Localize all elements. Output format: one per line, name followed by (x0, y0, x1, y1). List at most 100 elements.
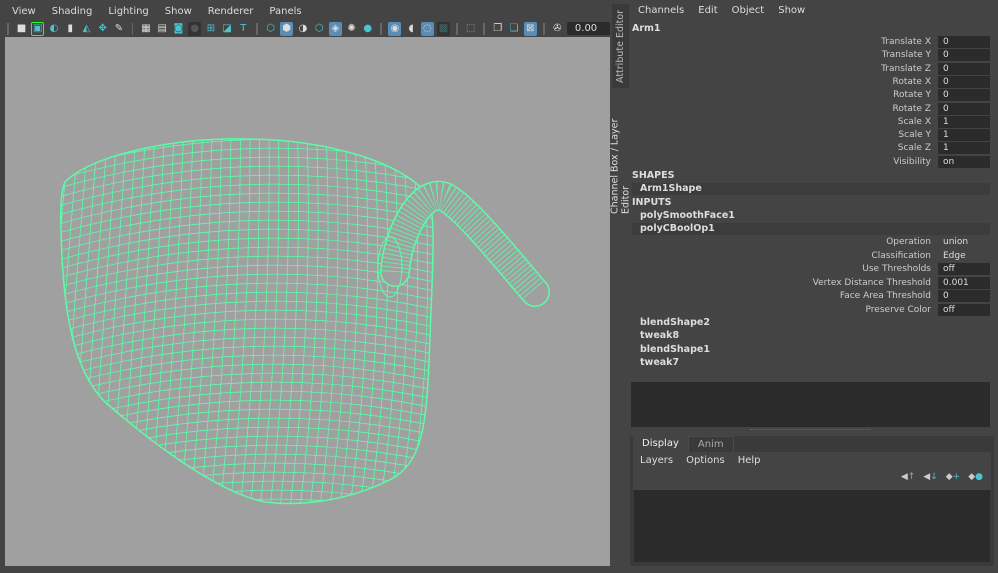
layer-editor: Display Anim Layers Options Help ◀↑ ◀↓ ◆… (630, 436, 994, 566)
shape-node[interactable]: Arm1Shape (632, 183, 990, 195)
xray-active-icon[interactable]: ⊠ (523, 21, 537, 36)
tab-channel-box-layer-editor[interactable]: Channel Box / Layer Editor (610, 92, 632, 214)
menu-show[interactable]: Show (778, 5, 805, 16)
bookmark-icon[interactable]: ▮ (64, 22, 77, 36)
lock-camera-icon[interactable]: ▣ (31, 21, 45, 36)
channel-value-field[interactable]: 0 (938, 36, 990, 48)
safe-title-icon[interactable]: T (237, 22, 250, 36)
attribute-value-field[interactable]: 0.001 (938, 276, 990, 289)
viewport-menubar: View Shading Lighting Show Renderer Pane… (0, 0, 610, 22)
channel-box: Channels Edit Object Show Arm1 Translate… (630, 0, 998, 380)
move-layer-up-icon[interactable]: ◀↑ (901, 472, 915, 482)
channel-row[interactable]: Rotate X 0 (630, 75, 998, 89)
menu-shading[interactable]: Shading (52, 6, 93, 17)
attribute-label: Face Area Threshold (839, 291, 931, 301)
menu-options[interactable]: Options (686, 455, 725, 466)
tab-attribute-editor[interactable]: Attribute Editor (612, 4, 629, 88)
menu-help[interactable]: Help (738, 455, 761, 466)
smooth-shade-icon[interactable]: ⬢ (280, 21, 294, 36)
attribute-value-field[interactable]: union (938, 236, 990, 248)
tab-anim[interactable]: Anim (687, 436, 734, 453)
attribute-value-field[interactable]: 0 (938, 290, 990, 302)
grid-icon[interactable]: ▦ (139, 22, 152, 36)
motion-blur-icon[interactable]: ◖ (404, 22, 417, 36)
menu-object[interactable]: Object (732, 5, 765, 16)
input-node[interactable]: blendShape1 (632, 344, 990, 356)
resolution-gate-icon[interactable]: ◙ (172, 22, 185, 36)
camera-attributes-icon[interactable]: ◐ (47, 22, 60, 36)
channel-row[interactable]: Translate Z 0 (630, 62, 998, 76)
depth-of-field-icon[interactable]: ▩ (436, 21, 451, 36)
attribute-row[interactable]: Classification Edge (630, 250, 998, 263)
attribute-row[interactable]: Preserve Color off (630, 303, 998, 317)
time-field[interactable]: 0.00 (566, 22, 610, 35)
channel-row[interactable]: Scale Z 1 (630, 142, 998, 155)
grease-pencil-icon[interactable]: ✎ (112, 22, 125, 36)
anti-aliasing-icon[interactable]: ◌ (420, 21, 434, 36)
wireframe-on-shaded-icon[interactable]: ⬡ (313, 22, 326, 36)
exposure-icon[interactable]: ✇ (551, 22, 564, 36)
xray-joints-icon[interactable]: ❏ (507, 22, 520, 36)
shade-options-icon[interactable]: ◑ (296, 22, 309, 36)
attribute-value-field[interactable]: off (938, 263, 990, 275)
attribute-value-field[interactable]: off (938, 303, 990, 316)
menu-view[interactable]: View (12, 6, 36, 17)
input-node[interactable]: tweak8 (632, 330, 990, 342)
new-layer-from-selected-icon[interactable]: ◆● (968, 472, 983, 482)
channel-value-field[interactable]: 1 (938, 142, 990, 155)
attribute-row[interactable]: Face Area Threshold 0 (630, 290, 998, 303)
menu-edit[interactable]: Edit (698, 5, 717, 16)
move-layer-down-icon[interactable]: ◀↓ (923, 472, 937, 482)
tab-display[interactable]: Display (633, 436, 688, 453)
attribute-row[interactable]: Use Thresholds off (630, 263, 998, 276)
channel-value-field[interactable]: 0 (938, 89, 990, 102)
channel-row[interactable]: Rotate Z 0 (630, 102, 998, 116)
channel-value-field[interactable]: 1 (938, 129, 990, 142)
pane-splitter[interactable] (750, 429, 870, 430)
input-node[interactable]: polyCBoolOp1 (632, 223, 990, 235)
menu-layers[interactable]: Layers (640, 455, 673, 466)
menu-channels[interactable]: Channels (638, 5, 684, 16)
viewport-3d[interactable] (5, 37, 610, 566)
isolate-select-icon[interactable]: ⬚ (464, 22, 477, 36)
channel-value-field[interactable]: 1 (938, 115, 990, 128)
channel-row[interactable]: Scale X 1 (630, 115, 998, 129)
menu-panels[interactable]: Panels (269, 6, 301, 17)
field-chart-icon[interactable]: ⊞ (204, 22, 217, 36)
camera-icon[interactable]: ■ (15, 22, 28, 36)
input-node[interactable]: polySmoothFace1 (632, 210, 990, 222)
menu-lighting[interactable]: Lighting (108, 6, 148, 17)
2d-pan-zoom-icon[interactable]: ✥ (96, 22, 109, 36)
input-node[interactable]: blendShape2 (632, 317, 990, 329)
channel-value-field[interactable]: 0 (938, 102, 990, 115)
wireframe-icon[interactable]: ⬡ (264, 22, 277, 36)
channel-row[interactable]: Scale Y 1 (630, 129, 998, 142)
attribute-row[interactable]: Vertex Distance Threshold 0.001 (630, 276, 998, 290)
xray-icon[interactable]: ❐ (491, 22, 504, 36)
shadows-icon[interactable]: ● (361, 22, 374, 36)
channel-value-field[interactable]: 0 (938, 75, 990, 88)
channel-row[interactable]: Translate X 0 (630, 36, 998, 49)
channel-value-field[interactable]: on (938, 155, 990, 168)
attribute-value-field[interactable]: Edge (938, 250, 990, 262)
input-node[interactable]: tweak7 (632, 357, 990, 369)
channel-row[interactable]: Translate Y 0 (630, 49, 998, 62)
safe-action-icon[interactable]: ◪ (221, 22, 234, 36)
channel-label: Scale Z (897, 143, 931, 154)
film-gate-icon[interactable]: ▤ (156, 22, 169, 36)
layer-list[interactable] (634, 490, 990, 562)
channel-row[interactable]: Rotate Y 0 (630, 89, 998, 102)
new-layer-icon[interactable]: ◆+ (946, 472, 960, 482)
menu-renderer[interactable]: Renderer (208, 6, 254, 17)
attribute-row[interactable]: Operation union (630, 236, 998, 249)
use-lights-icon[interactable]: ✺ (345, 22, 358, 36)
screen-space-ambient-occlusion-icon[interactable]: ◉ (388, 21, 402, 36)
channel-value-field[interactable]: 0 (938, 62, 990, 75)
gate-mask-icon[interactable]: ● (188, 21, 202, 36)
menu-show[interactable]: Show (165, 6, 192, 17)
channel-row[interactable]: Visibility on (630, 155, 998, 169)
object-name[interactable]: Arm1 (632, 23, 661, 34)
image-plane-icon[interactable]: ◭ (80, 22, 93, 36)
textured-icon[interactable]: ◈ (328, 21, 342, 36)
channel-value-field[interactable]: 0 (938, 49, 990, 62)
